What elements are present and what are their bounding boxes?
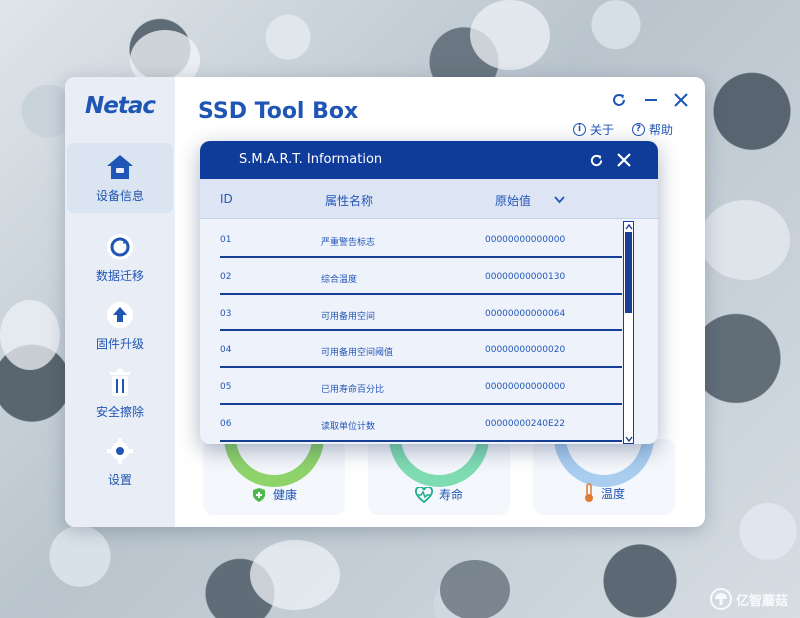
sidebar-item-firmware-upgrade[interactable]: 固件升级 <box>67 291 173 361</box>
dialog-refresh-button[interactable] <box>586 150 606 170</box>
sidebar-item-label: 数据迁移 <box>95 269 144 283</box>
health-card[interactable]: 健康 <box>203 439 345 515</box>
smart-info-dialog: S.M.A.R.T. Information ID 属性名称 原始值 01 严重… <box>200 141 658 444</box>
cell-value: 00000000240E22 <box>485 418 566 429</box>
watermark: 亿智蘑菇 <box>709 588 788 610</box>
scroll-up-icon[interactable] <box>624 222 633 231</box>
close-icon <box>617 153 631 167</box>
mushroom-logo-icon <box>709 588 732 610</box>
app-title: SSD Tool Box <box>198 99 359 124</box>
sidebar-item-settings[interactable]: 设置 <box>67 427 173 497</box>
table-row[interactable]: 05 已用寿命百分比 00000000000000 <box>220 368 622 405</box>
help-label: 帮助 <box>649 123 674 137</box>
background-tree <box>250 540 340 610</box>
cell-value: 00000000000000 <box>485 382 566 393</box>
cell-name: 严重警告标志 <box>321 238 376 248</box>
table-row[interactable]: 02 综合温度 00000000000130 <box>220 258 622 295</box>
cell-id: 06 <box>220 418 232 429</box>
table-row[interactable]: 03 可用备用空间 00000000000064 <box>220 295 622 332</box>
sidebar-item-label: 安全擦除 <box>95 405 144 419</box>
cell-id: 03 <box>220 308 232 319</box>
sidebar-item-label: 设置 <box>107 473 132 487</box>
watermark-text: 亿智蘑菇 <box>735 593 788 609</box>
card-title: 寿命 <box>438 488 463 502</box>
info-icon: i <box>573 123 586 136</box>
data-migration-icon <box>104 231 136 263</box>
gear-icon <box>104 435 136 467</box>
cell-value: 00000000000130 <box>485 271 566 282</box>
cell-name: 读取单位计数 <box>321 421 376 432</box>
smart-table-body: 01 严重警告标志 00000000000000 02 综合温度 0000000… <box>220 221 622 442</box>
cell-name: 可用备用空间 <box>321 311 376 322</box>
refresh-button[interactable] <box>608 89 630 111</box>
sidebar: Netac 设备信息 数据迁移 固件升级 安全擦除 设置 <box>65 77 175 527</box>
column-header-id: ID <box>220 192 233 206</box>
firmware-upgrade-icon <box>104 299 136 331</box>
sidebar-item-device-info[interactable]: 设备信息 <box>67 143 173 213</box>
lifespan-gauge <box>389 439 489 487</box>
column-header-value[interactable]: 原始值 <box>495 192 531 209</box>
table-row[interactable]: 04 可用备用空间阈值 00000000000020 <box>220 331 622 369</box>
temperature-label: 温度 <box>533 483 675 503</box>
cell-name: 可用备用空间阈值 <box>321 348 394 359</box>
chevron-down-icon[interactable] <box>554 196 565 204</box>
table-row[interactable]: 06 读取单位计数 00000000240E22 <box>220 405 622 442</box>
sidebar-item-label: 设备信息 <box>95 189 144 203</box>
cell-id: 02 <box>220 271 232 282</box>
cell-name: 综合温度 <box>321 274 358 285</box>
cell-id: 04 <box>220 345 232 356</box>
card-title: 健康 <box>272 488 297 502</box>
background-tree <box>470 0 550 70</box>
dialog-title-bar: S.M.A.R.T. Information <box>200 141 658 179</box>
health-label: 健康 <box>203 486 345 503</box>
temperature-card[interactable]: 温度 <box>533 439 675 515</box>
refresh-icon <box>590 154 602 166</box>
background-tree <box>440 560 510 618</box>
scroll-thumb[interactable] <box>625 232 632 313</box>
dialog-title: S.M.A.R.T. Information <box>239 152 383 167</box>
table-scrollbar[interactable] <box>623 221 634 444</box>
health-gauge <box>224 439 324 487</box>
cell-value: 00000000000000 <box>485 235 566 245</box>
minimize-icon <box>645 99 657 101</box>
trash-icon <box>104 367 136 399</box>
lifespan-card[interactable]: 寿命 <box>368 439 510 515</box>
cell-id: 01 <box>220 235 232 245</box>
temperature-gauge <box>554 439 654 487</box>
brand-logo: Netac <box>85 93 156 119</box>
sidebar-item-label: 固件升级 <box>95 337 144 351</box>
about-link[interactable]: i 关于 <box>573 121 614 138</box>
cell-value: 00000000000020 <box>485 345 566 356</box>
close-button[interactable] <box>670 89 692 111</box>
dialog-close-button[interactable] <box>614 150 634 170</box>
cell-name: 已用寿命百分比 <box>321 385 385 396</box>
background-tree <box>700 200 790 280</box>
help-icon: ? <box>632 123 645 136</box>
column-header-name: 属性名称 <box>325 194 374 208</box>
help-link[interactable]: ? 帮助 <box>632 121 673 138</box>
table-header: ID 属性名称 原始值 <box>200 179 658 219</box>
about-label: 关于 <box>590 123 615 137</box>
heartbeat-icon <box>415 486 433 503</box>
table-row[interactable]: 01 严重警告标志 00000000000000 <box>220 221 622 258</box>
card-title: 温度 <box>600 486 625 501</box>
sidebar-item-secure-erase[interactable]: 安全擦除 <box>67 359 173 429</box>
cell-id: 05 <box>220 382 232 393</box>
sidebar-item-data-migration[interactable]: 数据迁移 <box>67 223 173 293</box>
close-icon <box>674 93 688 107</box>
refresh-icon <box>613 94 625 106</box>
minimize-button[interactable] <box>640 89 662 111</box>
lifespan-label: 寿命 <box>368 486 510 503</box>
thermometer-icon <box>584 483 593 502</box>
background-tree <box>0 300 60 370</box>
scroll-down-icon[interactable] <box>624 434 633 443</box>
health-icon <box>252 487 265 502</box>
cell-value: 00000000000064 <box>485 308 566 319</box>
device-info-icon <box>104 151 136 183</box>
